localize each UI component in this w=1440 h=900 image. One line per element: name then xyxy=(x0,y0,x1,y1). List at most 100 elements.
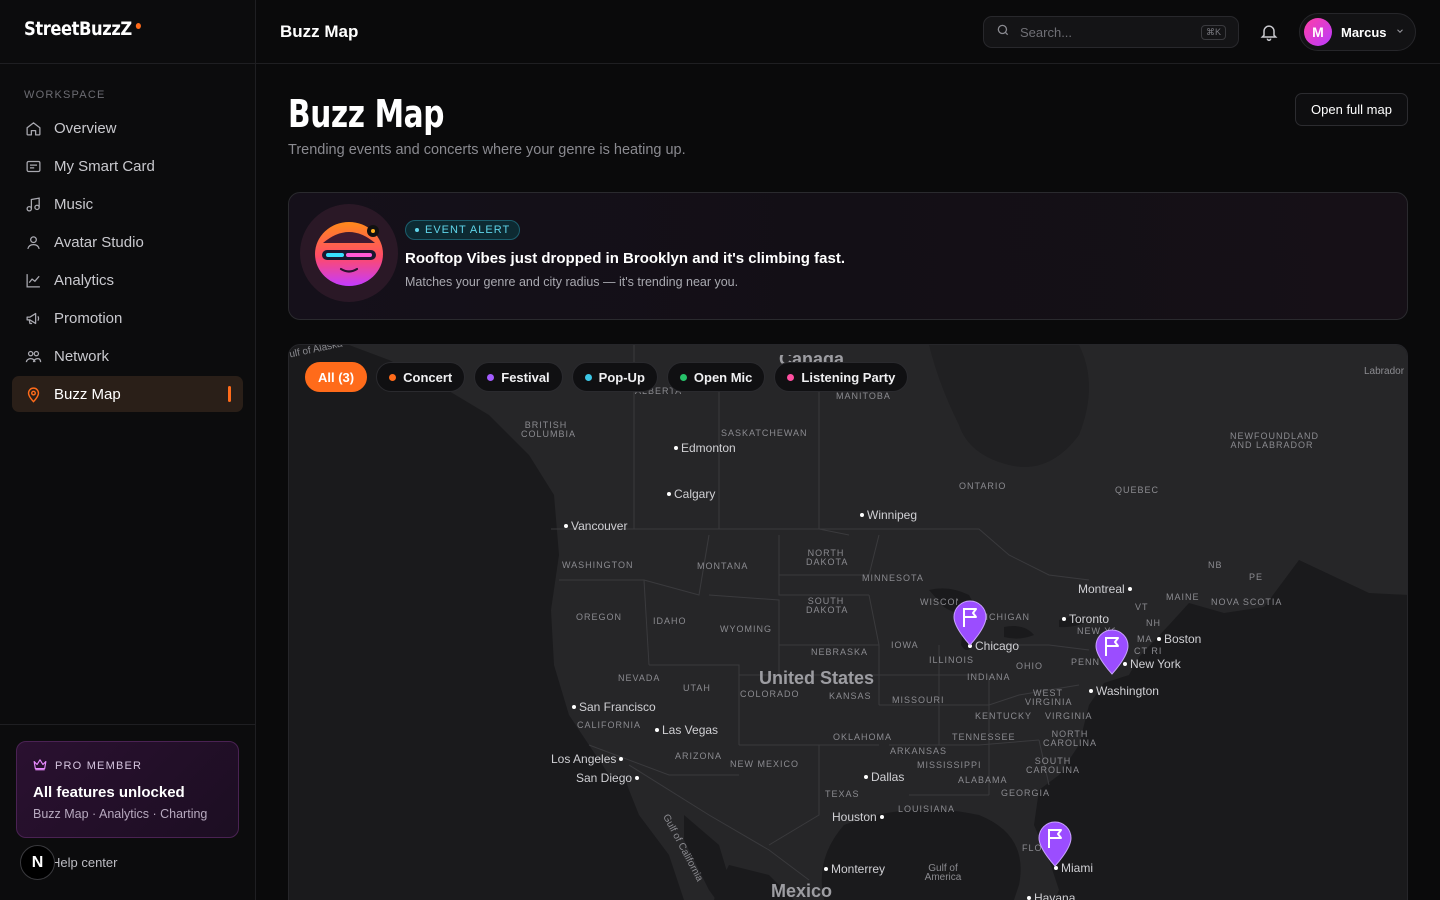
sidebar-item-my-smart-card[interactable]: My Smart Card xyxy=(12,148,243,184)
map-label-virginia: VIRGINIA xyxy=(1045,711,1093,721)
sidebar-item-label: Avatar Studio xyxy=(54,233,144,251)
map-label-alabama: ALABAMA xyxy=(958,775,1008,785)
brand-logo[interactable]: StreetBuzzZ xyxy=(24,18,142,40)
buzz-map[interactable]: All (3) Concert Festival Pop-Up Open Mic… xyxy=(288,344,1408,900)
city-dot xyxy=(1127,587,1132,591)
city-monterrey[interactable]: Monterrey xyxy=(824,862,885,876)
city-boston[interactable]: Boston xyxy=(1157,632,1201,646)
city-las-vegas[interactable]: Las Vegas xyxy=(655,723,718,737)
city-winnipeg[interactable]: Winnipeg xyxy=(860,508,917,522)
city-label: Havana xyxy=(1034,891,1076,900)
event-pin-miami[interactable] xyxy=(1036,819,1074,867)
city-montreal[interactable]: Montreal xyxy=(1078,582,1132,596)
event-alert-banner[interactable]: EVENT ALERT Rooftop Vibes just dropped i… xyxy=(288,192,1408,320)
festival-dot xyxy=(487,373,495,381)
city-washington[interactable]: Washington xyxy=(1089,684,1159,698)
user-menu[interactable]: M Marcus xyxy=(1299,13,1416,51)
city-label: Winnipeg xyxy=(867,508,918,522)
filter-chip-listening-party[interactable]: Listening Party xyxy=(774,362,909,392)
topbar-title: Buzz Map xyxy=(280,22,359,41)
city-label: Vancouver xyxy=(571,519,628,533)
n-badge[interactable]: N xyxy=(20,845,55,880)
sidebar-item-label: Analytics xyxy=(54,271,115,289)
event-pin-chicago[interactable] xyxy=(951,598,989,646)
city-vancouver[interactable]: Vancouver xyxy=(564,519,627,533)
avatar: M xyxy=(1304,18,1332,46)
map-label-labrador: Labrador xyxy=(1364,366,1405,377)
city-dot xyxy=(667,492,671,496)
bell-icon[interactable] xyxy=(1259,22,1279,42)
search-input[interactable]: Search... ⌘K xyxy=(983,16,1239,48)
sidebar-item-promotion[interactable]: Promotion xyxy=(12,300,243,336)
map-label-indiana: INDIANA xyxy=(967,672,1011,682)
city-label: Calgary xyxy=(674,487,716,501)
city-toronto[interactable]: Toronto xyxy=(1062,612,1109,626)
city-edmonton[interactable]: Edmonton xyxy=(674,441,736,455)
city-label: Dallas xyxy=(871,770,905,784)
city-calgary[interactable]: Calgary xyxy=(667,487,715,501)
filter-chip-concert[interactable]: Concert xyxy=(376,362,466,392)
sidebar-item-network[interactable]: Network xyxy=(12,338,243,374)
map-label-nb: NB xyxy=(1208,560,1223,570)
divider xyxy=(0,63,256,64)
map-label-arkansas: ARKANSAS xyxy=(890,746,948,756)
city-dot xyxy=(1027,896,1031,900)
chip-label: Concert xyxy=(403,369,453,385)
search-placeholder: Search... xyxy=(1020,24,1073,40)
help-center-link[interactable]: N Help center xyxy=(20,845,117,880)
filter-chip-festival[interactable]: Festival xyxy=(474,362,563,392)
people-icon xyxy=(24,347,42,365)
city-dot xyxy=(1157,637,1161,641)
event-pin-new-york[interactable] xyxy=(1093,627,1131,675)
city-new-york[interactable]: New York xyxy=(1123,657,1181,671)
map-label-illinois: ILLINOIS xyxy=(929,655,975,665)
pro-member-card[interactable]: PRO MEMBER All features unlocked Buzz Ma… xyxy=(16,741,239,838)
sidebar-item-buzz-map[interactable]: Buzz Map xyxy=(12,376,243,412)
map-label-ontario: ONTARIO xyxy=(959,481,1007,491)
map-label-west-virginia: WEST VIRGINIA xyxy=(1025,688,1073,707)
filter-chip-open-mic[interactable]: Open Mic xyxy=(666,362,766,392)
sidebar-item-label: Music xyxy=(54,195,94,213)
city-havana[interactable]: Havana xyxy=(1027,891,1075,900)
map-label-montana: MONTANA xyxy=(697,561,749,571)
concert-dot xyxy=(389,373,397,381)
flag-pin-icon xyxy=(1095,629,1129,675)
map-label-louisiana: LOUISIANA xyxy=(898,804,956,814)
map-label-manitoba: MANITOBA xyxy=(836,391,891,401)
map-label-mississippi: MISSISSIPPI xyxy=(917,760,982,770)
sidebar-item-avatar-studio[interactable]: Avatar Studio xyxy=(12,224,243,260)
page-title: Buzz Map xyxy=(288,92,445,136)
city-dot xyxy=(1089,689,1093,693)
open-full-map-button[interactable]: Open full map xyxy=(1295,93,1408,126)
filter-chip-all[interactable]: All (3) xyxy=(305,362,368,392)
map-label-oregon: OREGON xyxy=(576,612,623,622)
country-united-states: United States xyxy=(759,668,875,688)
music-note-icon xyxy=(24,195,42,213)
city-dot xyxy=(1062,617,1066,621)
city-san-diego[interactable]: San Diego xyxy=(576,771,640,785)
city-los-angeles[interactable]: Los Angeles xyxy=(551,752,624,766)
city-dallas[interactable]: Dallas xyxy=(864,770,904,784)
city-san-francisco[interactable]: San Francisco xyxy=(572,700,656,714)
city-label: San Francisco xyxy=(579,700,656,714)
map-label-kansas: KANSAS xyxy=(829,691,872,701)
map-label-washington: WASHINGTON xyxy=(562,560,634,570)
sidebar-item-overview[interactable]: Overview xyxy=(12,110,243,146)
user-name: Marcus xyxy=(1341,24,1387,40)
sidebar-item-music[interactable]: Music xyxy=(12,186,243,222)
search-icon xyxy=(996,23,1010,42)
map-label-nevada: NEVADA xyxy=(618,673,661,683)
brand-name: StreetBuzzZ xyxy=(24,18,132,40)
sidebar-nav: Overview My Smart Card Music Avatar Stud… xyxy=(12,110,243,414)
map-label-new-mexico: NEW MEXICO xyxy=(730,759,800,769)
map-label-texas: TEXAS xyxy=(825,789,860,799)
sidebar-item-analytics[interactable]: Analytics xyxy=(12,262,243,298)
city-dot xyxy=(674,446,678,450)
chip-label: Pop-Up xyxy=(598,369,645,385)
city-label: Edmonton xyxy=(681,441,736,455)
city-houston[interactable]: Houston xyxy=(832,810,884,824)
city-label: San Diego xyxy=(576,771,633,785)
map-label-british-columbia: BRITISH COLUMBIA xyxy=(521,420,577,439)
map-label-south-carolina: SOUTH CAROLINA xyxy=(1026,756,1081,775)
filter-chip-pop-up[interactable]: Pop-Up xyxy=(571,362,658,392)
